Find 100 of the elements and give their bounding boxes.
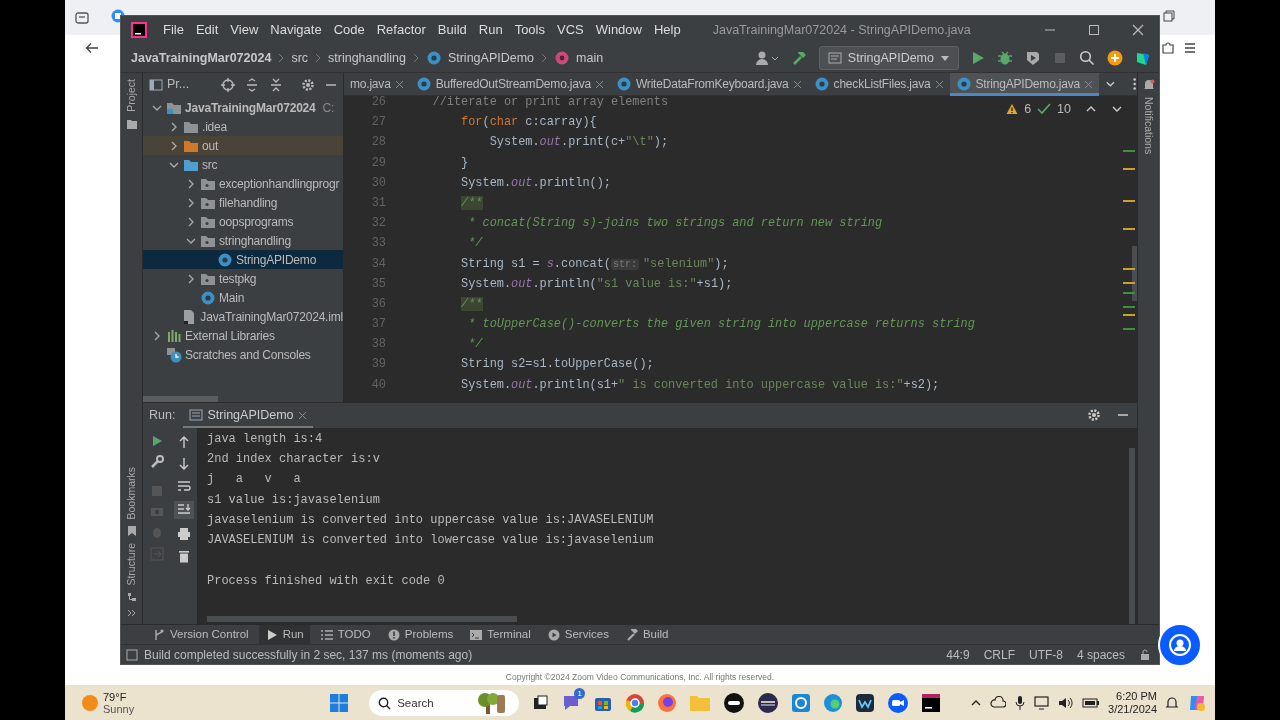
panel-title[interactable]: Pr...	[167, 75, 190, 94]
clock-date: 3/21/2024	[1108, 702, 1157, 716]
tool-window-tab[interactable]: Build	[618, 624, 675, 645]
warning-count[interactable]: 6	[1024, 100, 1032, 119]
weather-condition: Sunny	[103, 702, 135, 715]
editor-tab[interactable]: StringAPIDemo.java	[949, 72, 1099, 96]
tree-item[interactable]: .idea	[143, 117, 343, 136]
editor-tab[interactable]: checkListFiles.java	[807, 72, 950, 96]
window-title: JavaTrainingMar072024 - StringAPIDemo.java	[712, 21, 971, 39]
line-number: 34	[370, 255, 387, 273]
line-number: 38	[370, 336, 387, 354]
code-line: */	[467, 336, 483, 354]
breadcrumb-item[interactable]: StringAPIDemo	[447, 48, 535, 68]
clock-time: 6:20 PM	[1116, 689, 1157, 703]
code-line: System.out.println();	[460, 174, 611, 192]
code-line: for(char c:carray){	[460, 114, 597, 132]
breadcrumb-item[interactable]: main	[576, 48, 604, 68]
tree-item[interactable]: JavaTrainingMar072024.iml	[143, 307, 343, 326]
tree-item[interactable]: Main	[143, 288, 343, 307]
tool-window-tab[interactable]: Version Control	[146, 624, 255, 645]
copyright-text: Copyright ©2024 Zoom Video Communications, Inc. All rights reserved.	[505, 671, 775, 684]
line-number: 32	[370, 215, 387, 233]
console-line: JAVASELENIUM is converted into lowercase value is:javaselenium	[207, 532, 655, 550]
tree-item[interactable]: filehandling	[143, 193, 343, 212]
menu-item[interactable]: Code	[327, 20, 371, 40]
tree-item[interactable]: testpkg	[143, 269, 343, 288]
console-line: Process finished with exit code 0	[207, 572, 446, 590]
console-tab[interactable]: StringAPIDemo	[183, 402, 313, 428]
tool-window-tab[interactable]: Terminal	[463, 624, 537, 645]
run-configuration-dropdown[interactable]: StringAPIDemo	[818, 45, 959, 71]
code-line: }	[460, 154, 469, 172]
console-line: java length is:4	[207, 430, 324, 448]
notification-badge: 1	[574, 687, 586, 699]
console-line: s1 value is:javaselenium	[207, 491, 381, 509]
bookmarks-tool-tab[interactable]: Bookmarks	[123, 466, 140, 520]
menu-item[interactable]: View	[224, 20, 265, 40]
console-line: j a v a	[207, 471, 302, 489]
tree-item[interactable]: External Libraries	[143, 326, 343, 345]
breadcrumb-item[interactable]: src	[291, 48, 309, 68]
tree-item[interactable]: exceptionhandlingprogr	[143, 174, 343, 193]
tool-window-tab[interactable]: TODO	[313, 624, 377, 645]
tree-item[interactable]: oopsprograms	[143, 212, 343, 231]
tree-item[interactable]: out	[143, 136, 343, 155]
line-separator[interactable]: CRLF	[983, 645, 1015, 664]
line-number: 29	[370, 154, 387, 172]
editor-tab[interactable]: WriteDataFromKeyboard.java	[609, 72, 808, 96]
menu-item[interactable]: Tools	[508, 20, 551, 40]
menu-item[interactable]: Help	[647, 20, 687, 40]
tree-item[interactable]: StringAPIDemo	[143, 250, 343, 269]
status-message: Build completed successfully in 2 sec, 137 ms (moments ago)	[144, 646, 473, 664]
line-number: 39	[370, 356, 387, 374]
menu-item[interactable]: File	[157, 20, 190, 40]
tree-item[interactable]: JavaTrainingMar072024 C:	[143, 98, 343, 117]
line-number: 30	[370, 174, 387, 192]
line-number: 33	[370, 235, 387, 253]
structure-tool-tab[interactable]: Structure	[123, 543, 140, 586]
tree-item[interactable]: Scratches and Consoles	[143, 345, 343, 364]
code-line: System.out.println("s1 value is:"+s1);	[460, 275, 733, 293]
tool-window-tab[interactable]: Services	[540, 624, 615, 645]
menu-item[interactable]: Navigate	[264, 20, 328, 40]
menu-item[interactable]: VCS	[551, 20, 590, 40]
code-line: System.out.print(c+"\t");	[488, 134, 669, 152]
line-number: 31	[370, 194, 387, 212]
menu-item[interactable]: Window	[589, 20, 648, 40]
code-line: */	[467, 235, 483, 253]
line-number: 26	[370, 96, 387, 111]
breadcrumb-item[interactable]: stringhandling	[328, 48, 406, 68]
line-number: 36	[370, 295, 387, 313]
tree-item[interactable]: src	[143, 155, 343, 174]
line-number: 40	[370, 376, 387, 394]
console-line: 2nd index character is:v	[207, 451, 381, 469]
passed-count[interactable]: 10	[1057, 100, 1071, 119]
tool-window-tab[interactable]: Run	[258, 624, 310, 645]
line-number: 37	[370, 316, 387, 334]
path-hint: C:	[322, 99, 335, 117]
project-tool-tab[interactable]: Project	[123, 79, 140, 112]
file-encoding[interactable]: UTF-8	[1028, 645, 1063, 664]
run-label: Run:	[149, 406, 176, 424]
menu-item[interactable]: Refactor	[370, 20, 432, 40]
code-line: String s1 = s.concat( str: "selenium");	[460, 255, 729, 273]
code-line: System.out.println(s1+" is converted into uppercase value is:"+s2);	[460, 376, 940, 394]
tool-window-tab[interactable]: Problems	[380, 624, 460, 645]
tree-item[interactable]: stringhandling	[143, 231, 343, 250]
temperature-text: 79°F	[103, 690, 128, 703]
code-line: //iterate or print array elements	[431, 96, 668, 111]
breadcrumb-item[interactable]: JavaTrainingMar072024	[131, 48, 272, 68]
line-number: 27	[370, 114, 387, 132]
code-line: * concat(String s)-joins two strings and return new string	[467, 215, 883, 233]
editor-tab[interactable]: BufferedOutStreamDemo.java	[409, 72, 610, 96]
line-number: 28	[370, 134, 387, 152]
menu-item[interactable]: Build	[431, 20, 473, 40]
menu-item[interactable]: Edit	[189, 20, 225, 40]
menu-item[interactable]: Run	[472, 20, 509, 40]
caret-position[interactable]: 44:9	[946, 645, 970, 664]
notifications-tool-tab[interactable]: Notifications	[1140, 97, 1157, 155]
editor-tab[interactable]: mo.java	[344, 72, 410, 96]
indent-setting[interactable]: 4 spaces	[1076, 645, 1125, 664]
code-line: * toUpperCase()-converts the given string into uppercase returns string	[467, 316, 975, 334]
console-line: javaselenium is converted into uppercase value is:JAVASELENIUM	[207, 512, 655, 529]
line-number: 35	[370, 275, 387, 293]
